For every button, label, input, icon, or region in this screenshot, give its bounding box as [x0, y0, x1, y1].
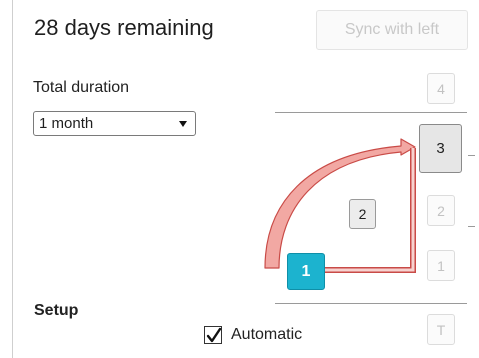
level-3-button[interactable]: 3 — [419, 124, 462, 173]
automatic-label[interactable]: Automatic — [231, 326, 302, 344]
curved-arrow-to-level-3 — [264, 138, 416, 269]
level-1-button[interactable]: 1 — [427, 250, 455, 281]
setup-label: Setup — [34, 302, 79, 319]
path-node-level-1-current[interactable]: 1 — [287, 253, 325, 290]
level-t-button[interactable]: T — [427, 314, 455, 345]
automatic-checkbox[interactable] — [204, 326, 222, 344]
checkmark-icon — [206, 327, 222, 343]
calendar-panel: 28 days remaining Sync with left Total d… — [12, 0, 479, 358]
progression-arrow-graphic — [264, 138, 416, 273]
level-4-button[interactable]: 4 — [427, 73, 455, 104]
level-2-button[interactable]: 2 — [427, 195, 455, 226]
path-node-level-2[interactable]: 2 — [349, 199, 376, 229]
